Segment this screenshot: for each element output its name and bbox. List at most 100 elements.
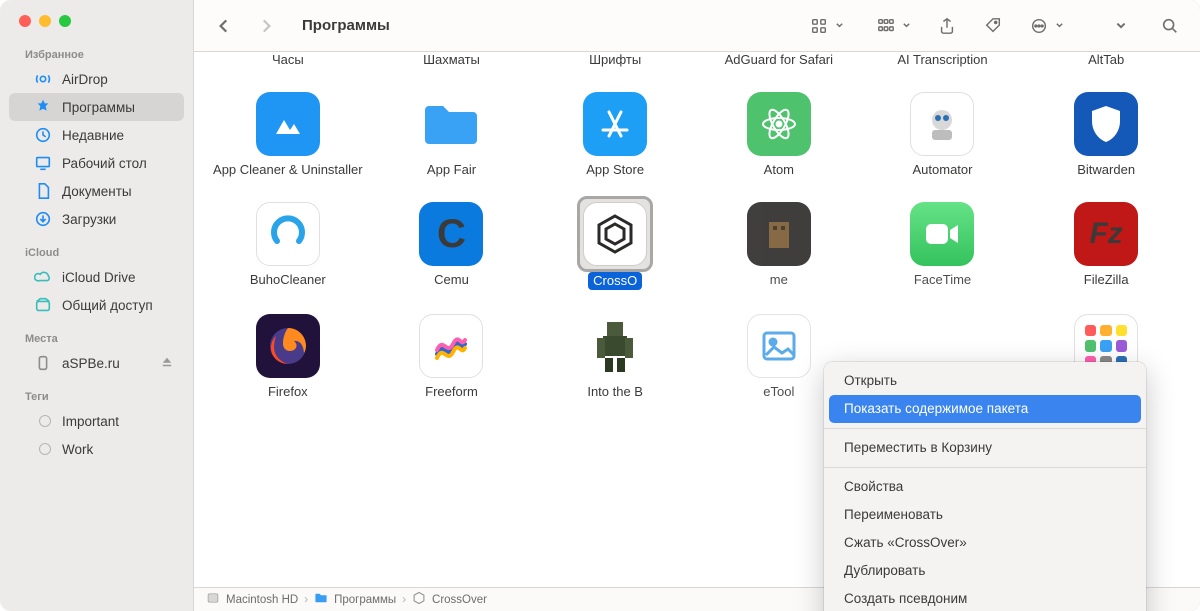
sidebar-item-aspbe.ru[interactable]: aSPBe.ru <box>9 349 184 377</box>
zoom-window-icon[interactable] <box>59 15 71 27</box>
app-icon <box>412 591 426 608</box>
sidebar-section-header: Места <box>0 329 193 349</box>
sidebar-item-label: iCloud Drive <box>62 270 136 285</box>
airdrop-icon <box>34 70 52 88</box>
path-segment[interactable]: Программы <box>334 594 396 606</box>
app-label: BuhoCleaner <box>250 272 326 288</box>
search-button[interactable] <box>1156 12 1184 40</box>
app-item[interactable]: BuhoCleaner <box>206 196 370 290</box>
app-item[interactable]: FaceTime <box>861 196 1025 290</box>
sidebar-item-work[interactable]: Work <box>9 435 184 463</box>
app-label: me <box>770 272 788 288</box>
context-menu-separator <box>824 428 1146 429</box>
context-menu-item[interactable]: Открыть <box>824 367 1146 395</box>
eject-icon[interactable] <box>160 355 174 372</box>
sidebar-item-недавние[interactable]: Недавние <box>9 121 184 149</box>
cloud-icon <box>34 268 52 286</box>
toolbar: Программы <box>194 0 1200 52</box>
overflow-button[interactable] <box>1106 12 1134 40</box>
dungeon-icon <box>747 202 811 266</box>
view-icons-button[interactable] <box>805 12 844 40</box>
app-label: FaceTime <box>914 272 971 288</box>
desktop-icon <box>34 154 52 172</box>
minimize-window-icon[interactable] <box>39 15 51 27</box>
sidebar-item-загрузки[interactable]: Загрузки <box>9 205 184 233</box>
context-menu-item[interactable]: Сжать «CrossOver» <box>824 529 1146 557</box>
path-segment[interactable]: Macintosh HD <box>226 594 298 606</box>
sidebar-item-label: Загрузки <box>62 212 116 227</box>
automator-icon <box>910 92 974 156</box>
sidebar-item-label: Work <box>62 442 93 457</box>
apps-icon <box>34 98 52 116</box>
context-menu-separator <box>824 467 1146 468</box>
sidebar-item-label: Important <box>62 414 119 429</box>
tag-icon <box>34 440 52 458</box>
freeform-icon <box>419 314 483 378</box>
app-label: CrossO <box>588 272 642 290</box>
sidebar-item-airdrop[interactable]: AirDrop <box>9 65 184 93</box>
back-button[interactable] <box>210 12 238 40</box>
tags-button[interactable] <box>979 12 1007 40</box>
context-menu-item[interactable]: Переименовать <box>824 501 1146 529</box>
sidebar-item-рабочий-стол[interactable]: Рабочий стол <box>9 149 184 177</box>
app-label[interactable]: AI Transcription <box>861 52 1025 68</box>
context-menu-item[interactable]: Переместить в Корзину <box>824 434 1146 462</box>
image-icon <box>747 314 811 378</box>
app-item[interactable]: Into the B <box>533 308 697 400</box>
action-menu-button[interactable] <box>1025 12 1064 40</box>
app-label[interactable]: Часы <box>206 52 370 68</box>
app-item[interactable]: App Fair <box>370 86 534 178</box>
app-label: Freeform <box>425 384 478 400</box>
sidebar-item-label: aSPBe.ru <box>62 356 120 371</box>
app-label: eTool <box>763 384 794 400</box>
forward-button[interactable] <box>252 12 280 40</box>
app-item[interactable]: me <box>697 196 861 290</box>
sidebar-item-label: AirDrop <box>62 72 108 87</box>
app-label: Atom <box>764 162 794 178</box>
folder-icon <box>419 92 483 156</box>
sidebar-item-программы[interactable]: Программы <box>9 93 184 121</box>
app-item[interactable]: App Store <box>533 86 697 178</box>
window-controls <box>0 15 193 45</box>
app-item[interactable]: Bitwarden <box>1024 86 1188 178</box>
app-item[interactable]: FzFileZilla <box>1024 196 1188 290</box>
sidebar-item-label: Общий доступ <box>62 298 153 313</box>
sidebar-item-icloud-drive[interactable]: iCloud Drive <box>9 263 184 291</box>
app-item[interactable]: CrossO <box>533 196 697 290</box>
app-item[interactable]: Automator <box>861 86 1025 178</box>
context-menu-item[interactable]: Создать псевдоним <box>824 585 1146 611</box>
window-title: Программы <box>302 17 390 34</box>
app-label[interactable]: Шрифты <box>533 52 697 68</box>
context-menu-item[interactable]: Дублировать <box>824 557 1146 585</box>
path-segment[interactable]: CrossOver <box>432 594 487 606</box>
context-menu-item[interactable]: Показать содержимое пакета <box>829 395 1141 423</box>
close-window-icon[interactable] <box>19 15 31 27</box>
recent-icon <box>34 126 52 144</box>
app-label[interactable]: AltTab <box>1024 52 1188 68</box>
sidebar-item-общий-доступ[interactable]: Общий доступ <box>9 291 184 319</box>
app-item[interactable]: Firefox <box>206 308 370 400</box>
sidebar-section-header: Избранное <box>0 45 193 65</box>
app-label: Into the B <box>587 384 643 400</box>
app-item[interactable]: C Cemu <box>370 196 534 290</box>
hdd-icon <box>206 591 220 608</box>
app-item[interactable]: App Cleaner & Uninstaller <box>206 86 370 178</box>
sidebar-item-label: Недавние <box>62 128 124 143</box>
sidebar-item-important[interactable]: Important <box>9 407 184 435</box>
sidebar-item-label: Рабочий стол <box>62 156 147 171</box>
C-icon: C <box>419 202 483 266</box>
app-item[interactable]: Freeform <box>370 308 534 400</box>
app-label: App Fair <box>427 162 476 178</box>
buho-icon <box>256 202 320 266</box>
mountains-icon <box>256 92 320 156</box>
content-area[interactable]: ЧасыШахматыШрифтыAdGuard for SafariAI Tr… <box>194 52 1200 611</box>
app-label: Cemu <box>434 272 469 288</box>
sidebar-item-документы[interactable]: Документы <box>9 177 184 205</box>
share-button[interactable] <box>933 12 961 40</box>
group-button[interactable] <box>872 12 911 40</box>
context-menu-item[interactable]: Свойства <box>824 473 1146 501</box>
fz-icon: Fz <box>1074 202 1138 266</box>
app-label[interactable]: AdGuard for Safari <box>697 52 861 68</box>
app-label[interactable]: Шахматы <box>370 52 534 68</box>
app-item[interactable]: Atom <box>697 86 861 178</box>
